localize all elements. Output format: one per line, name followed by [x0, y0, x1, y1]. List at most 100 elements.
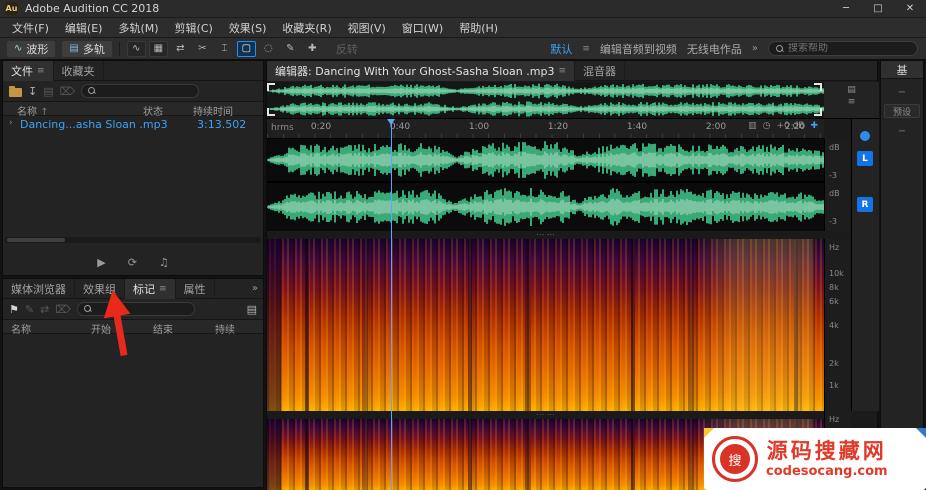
- overview-waveform-left: [267, 82, 824, 100]
- autoplay-speaker-icon[interactable]: ♫: [159, 256, 169, 269]
- paintbrush-tool-icon[interactable]: ✎: [281, 41, 300, 57]
- scrollbar-thumb[interactable]: [7, 238, 65, 242]
- dock-collapse-icon-2[interactable]: −: [881, 126, 923, 137]
- files-panel-menu-icon[interactable]: ≡: [37, 66, 45, 76]
- spot-healing-tool-icon[interactable]: ✚: [303, 41, 322, 57]
- close-button[interactable]: ✕: [894, 0, 926, 17]
- spectral-view-icon[interactable]: ▦: [149, 41, 168, 57]
- menu-window[interactable]: 窗口(W): [394, 18, 451, 38]
- menu-multitrack[interactable]: 多轨(M): [110, 18, 166, 38]
- menu-favorites[interactable]: 收藏夹(R): [274, 18, 339, 38]
- open-file-icon[interactable]: [9, 88, 22, 97]
- waveform-spectral-splitter[interactable]: ⋯ ⋯: [267, 231, 824, 239]
- files-search-input[interactable]: [100, 84, 190, 99]
- overview-right-handle[interactable]: [815, 83, 822, 116]
- watermark-title: 源码搜藏网: [767, 439, 887, 464]
- tick-1-20: 1:20: [543, 122, 573, 132]
- markers-panel-menu-icon[interactable]: ≡: [159, 284, 167, 294]
- tab-mixer[interactable]: 混音器: [575, 61, 625, 81]
- expander-icon[interactable]: ›: [9, 118, 13, 128]
- ruler-status-icons: ▥ ◷ +0 dB ✚: [748, 121, 818, 131]
- menu-clip[interactable]: 剪辑(C): [167, 18, 221, 38]
- tab-essential-sound[interactable]: 基: [881, 61, 923, 79]
- mcol-duration[interactable]: 持续: [215, 321, 235, 336]
- minimize-button[interactable]: ─: [830, 0, 862, 17]
- loop-icon[interactable]: ⟳: [128, 256, 137, 269]
- freq-1k: 1k: [829, 381, 839, 390]
- add-marker-icon[interactable]: ⚑: [9, 303, 19, 316]
- waveform-mode-button[interactable]: ∿ 波形: [7, 41, 55, 57]
- overview-options-icon[interactable]: ▤: [847, 85, 856, 95]
- file-row[interactable]: › Dancing...asha Sloan .mp3 3:13.502: [3, 116, 263, 133]
- overview-left-handle[interactable]: [267, 83, 274, 116]
- tab-media-browser-label: 媒体浏览器: [11, 281, 66, 297]
- workspace-edit-audio-to-video[interactable]: 编辑音频到视频: [600, 41, 677, 57]
- menu-file[interactable]: 文件(F): [4, 18, 57, 38]
- level-meter-icon[interactable]: ▥: [748, 121, 757, 131]
- left-channel-button[interactable]: L: [857, 151, 873, 166]
- tab-properties[interactable]: 属性: [176, 279, 215, 299]
- multitrack-icon: ▤: [69, 43, 78, 54]
- workspace-default[interactable]: 默认: [550, 41, 572, 57]
- move-tool-icon[interactable]: ⇄: [171, 41, 190, 57]
- menu-help[interactable]: 帮助(H): [451, 18, 506, 38]
- workspace-overflow-icon[interactable]: »: [752, 43, 758, 54]
- multitrack-mode-button[interactable]: ▤ 多轨: [62, 41, 111, 57]
- tab-editor[interactable]: 编辑器: Dancing With Your Ghost-Sasha Sloan…: [267, 61, 575, 81]
- menu-edit[interactable]: 编辑(E): [57, 18, 111, 38]
- tab-media-browser[interactable]: 媒体浏览器: [3, 279, 75, 299]
- annotation-arrow: [96, 288, 142, 360]
- menu-view[interactable]: 视图(V): [340, 18, 394, 38]
- files-search-icon: [88, 87, 96, 95]
- time-ruler[interactable]: hrms 0:20 0:40 1:00 1:20 1:40 2:00 2:20 …: [267, 119, 824, 139]
- channel-button-column: L R: [851, 119, 879, 411]
- tick-1-00: 1:00: [464, 122, 494, 132]
- import-file-icon[interactable]: ↧: [28, 85, 37, 98]
- menu-effects[interactable]: 效果(S): [221, 18, 275, 38]
- waveform-mode-label: 波形: [26, 41, 48, 57]
- files-search-box[interactable]: [81, 84, 199, 98]
- waveform-view-icon[interactable]: ∿: [127, 41, 146, 57]
- channel-splitter[interactable]: ⋯ ⋯: [267, 411, 824, 419]
- playhead[interactable]: [391, 119, 392, 490]
- help-search-box[interactable]: [768, 41, 918, 56]
- help-search-input[interactable]: [788, 43, 898, 54]
- invert-button: 反转: [336, 41, 358, 57]
- tab-favorites[interactable]: 收藏夹: [54, 61, 104, 81]
- play-icon[interactable]: ▶: [97, 256, 105, 269]
- files-transport: ▶ ⟳ ♫: [3, 256, 263, 269]
- time-selection-tool-icon[interactable]: ⌶: [215, 41, 234, 57]
- waveform-channel-right[interactable]: [267, 185, 824, 229]
- workspace-menu-icon[interactable]: ≡: [582, 44, 590, 54]
- freq-4k: 4k: [829, 321, 839, 330]
- waveform-display[interactable]: [267, 139, 824, 231]
- mcol-name[interactable]: 名称: [11, 321, 31, 336]
- waveform-channel-left[interactable]: [267, 139, 824, 183]
- file-name[interactable]: Dancing...asha Sloan .mp3: [20, 118, 168, 131]
- marker-list-view-icon[interactable]: ▤: [247, 303, 257, 316]
- workspace-radio-production[interactable]: 无线电作品: [687, 41, 742, 57]
- editor-panel-menu-icon[interactable]: ≡: [558, 66, 566, 76]
- files-horizontal-scrollbar[interactable]: [5, 237, 261, 243]
- file-duration: 3:13.502: [197, 118, 246, 131]
- mcol-end[interactable]: 结束: [153, 321, 173, 336]
- razor-tool-icon[interactable]: ✂: [193, 41, 212, 57]
- workspace-bar: 默认 ≡ 编辑音频到视频 无线电作品 »: [550, 41, 926, 57]
- tab-files[interactable]: 文件 ≡: [3, 61, 54, 81]
- overview-menu-icon[interactable]: ≡: [848, 97, 856, 107]
- timebase-label[interactable]: hrms: [271, 123, 294, 133]
- marquee-selection-tool-icon[interactable]: ▢: [237, 41, 256, 57]
- dock-collapse-icon[interactable]: −: [881, 87, 923, 98]
- clock-icon[interactable]: ◷: [763, 121, 771, 131]
- maximize-button[interactable]: □: [862, 0, 894, 17]
- right-channel-button[interactable]: R: [857, 197, 873, 212]
- freq-2k: 2k: [829, 359, 839, 368]
- search-icon: [776, 45, 784, 53]
- presets-button[interactable]: 预设: [884, 104, 920, 118]
- channel-options-icon[interactable]: [860, 131, 870, 141]
- lasso-selection-tool-icon[interactable]: ◌: [259, 41, 278, 57]
- markers-overflow-icon[interactable]: »: [252, 283, 263, 294]
- overview-strip[interactable]: [267, 82, 824, 119]
- crosshair-icon[interactable]: ✚: [810, 121, 818, 131]
- spectrogram-left[interactable]: [267, 239, 824, 411]
